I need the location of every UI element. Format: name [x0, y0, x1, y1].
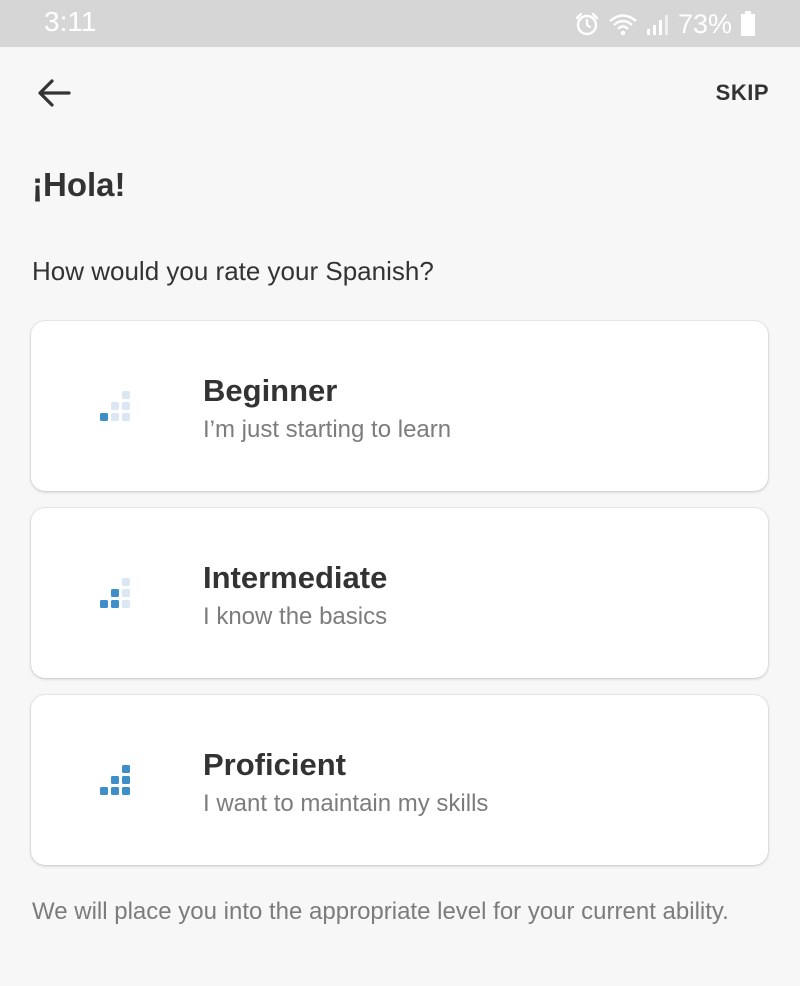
level-3-icon [100, 763, 134, 797]
option-proficient[interactable]: Proficient I want to maintain my skills [31, 695, 768, 865]
option-beginner[interactable]: Beginner I’m just starting to learn [31, 321, 768, 491]
signal-icon [646, 12, 670, 36]
back-button[interactable] [28, 75, 80, 115]
question-text: How would you rate your Spanish? [32, 256, 434, 286]
page-title: ¡Hola! [32, 166, 126, 203]
arrow-left-icon [37, 78, 71, 113]
status-time: 3:11 [44, 6, 97, 37]
option-subtitle: I’m just starting to learn [203, 416, 452, 443]
placement-note: We will place you into the appropriate l… [32, 898, 729, 925]
skip-button[interactable]: SKIP [716, 80, 769, 106]
battery-icon [740, 11, 756, 37]
option-title: Beginner [203, 373, 338, 408]
battery-percent: 73% [677, 8, 732, 39]
option-intermediate[interactable]: Intermediate I know the basics [31, 508, 768, 678]
option-subtitle: I want to maintain my skills [203, 790, 489, 817]
app-bar: SKIP [0, 47, 800, 143]
status-bar: 3:11 73% [0, 0, 800, 47]
level-2-icon [100, 576, 134, 610]
level-1-icon [100, 389, 134, 423]
option-title: Intermediate [203, 560, 388, 595]
alarm-icon [574, 11, 600, 37]
status-icons: 73% [574, 6, 756, 42]
option-subtitle: I know the basics [203, 603, 388, 630]
wifi-icon [608, 12, 638, 36]
option-title: Proficient [203, 747, 346, 782]
